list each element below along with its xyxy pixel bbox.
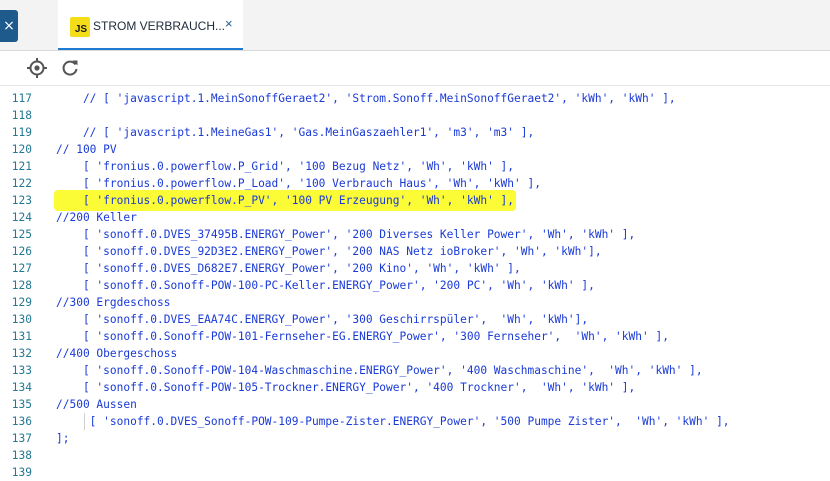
code-text: //500 Aussen bbox=[56, 398, 137, 411]
code-line[interactable]: 137]; bbox=[0, 430, 830, 447]
tab-title: STROM VERBRAUCH... bbox=[93, 19, 226, 33]
code-text: [ 'sonoff.0.Sonoff-POW-101-Fernseher-EG.… bbox=[56, 330, 669, 343]
code-line[interactable]: 123 [ 'fronius.0.powerflow.P_PV', '100 P… bbox=[0, 192, 830, 209]
line-number: 131 bbox=[11, 330, 32, 343]
code-text: [ 'sonoff.0.DVES_37495B.ENERGY_Power', '… bbox=[56, 228, 636, 241]
code-line[interactable]: 120 // 100 PV bbox=[0, 141, 830, 158]
code-text: //400 Obergeschoss bbox=[56, 347, 178, 360]
tab-close-icon[interactable]: × bbox=[225, 16, 233, 31]
code-line[interactable]: 117 // [ 'javascript.1.MeinSonoffGeraet2… bbox=[0, 90, 830, 107]
code-text: ]; bbox=[56, 432, 70, 445]
code-line[interactable]: 129 //300 Ergdeschoss bbox=[0, 294, 830, 311]
line-number: 124 bbox=[11, 211, 32, 224]
line-number: 139 bbox=[11, 466, 32, 479]
code-text: [ 'sonoff.0.DVES_Sonoff-POW-109-Pumpe-Zi… bbox=[56, 415, 730, 428]
code-text: [ 'fronius.0.powerflow.P_Grid', '100 Bez… bbox=[56, 160, 515, 173]
line-number: 120 bbox=[11, 143, 32, 156]
code-line[interactable]: 126 [ 'sonoff.0.DVES_92D3E2.ENERGY_Power… bbox=[0, 243, 830, 260]
line-number: 134 bbox=[11, 381, 32, 394]
editor-toolbar bbox=[0, 51, 830, 86]
code-text: [ 'sonoff.0.DVES_D682E7.ENERGY_Power', '… bbox=[56, 262, 521, 275]
code-line[interactable]: 119 // [ 'javascript.1.MeineGas1', 'Gas.… bbox=[0, 124, 830, 141]
highlighted-code-text: [ 'fronius.0.powerflow.P_PV', '100 PV Er… bbox=[56, 192, 515, 209]
code-line[interactable]: 133 [ 'sonoff.0.Sonoff-POW-104-Waschmasc… bbox=[0, 362, 830, 379]
code-line[interactable]: 130 [ 'sonoff.0.DVES_EAA74C.ENERGY_Power… bbox=[0, 311, 830, 328]
code-editor[interactable]: 117 // [ 'javascript.1.MeinSonoffGeraet2… bbox=[0, 88, 830, 479]
code-line[interactable]: 132 //400 Obergeschoss bbox=[0, 345, 830, 362]
line-number: 125 bbox=[11, 228, 32, 241]
code-text: [ 'sonoff.0.DVES_EAA74C.ENERGY_Power', '… bbox=[56, 313, 589, 326]
line-number: 136 bbox=[11, 415, 32, 428]
code-line[interactable]: 127 [ 'sonoff.0.DVES_D682E7.ENERGY_Power… bbox=[0, 260, 830, 277]
code-line[interactable]: 121 [ 'fronius.0.powerflow.P_Grid', '100… bbox=[0, 158, 830, 175]
line-number: 122 bbox=[11, 177, 32, 190]
line-number: 129 bbox=[11, 296, 32, 309]
code-text: [ 'sonoff.0.Sonoff-POW-100-PC-Keller.ENE… bbox=[56, 279, 595, 292]
code-line[interactable]: 134 [ 'sonoff.0.Sonoff-POW-105-Trockner.… bbox=[0, 379, 830, 396]
line-number: 123 bbox=[11, 194, 32, 207]
line-number: 126 bbox=[11, 245, 32, 258]
code-line[interactable]: 122 [ 'fronius.0.powerflow.P_Load', '100… bbox=[0, 175, 830, 192]
close-icon[interactable]: × bbox=[0, 10, 18, 42]
target-icon[interactable] bbox=[26, 57, 48, 79]
line-number: 118 bbox=[11, 109, 32, 122]
code-text: //300 Ergdeschoss bbox=[56, 296, 171, 309]
code-text: [ 'sonoff.0.Sonoff-POW-104-Waschmaschine… bbox=[56, 364, 703, 377]
tab-strom-verbrauch[interactable]: JS STROM VERBRAUCH... × bbox=[58, 0, 243, 50]
line-number: 117 bbox=[11, 92, 32, 105]
line-number: 138 bbox=[11, 449, 32, 462]
code-text: [ 'sonoff.0.Sonoff-POW-105-Trockner.ENER… bbox=[56, 381, 636, 394]
code-text: [ 'fronius.0.powerflow.P_Load', '100 Ver… bbox=[56, 177, 541, 190]
line-number: 135 bbox=[11, 398, 32, 411]
line-number: 127 bbox=[11, 262, 32, 275]
code-line[interactable]: 125 [ 'sonoff.0.DVES_37495B.ENERGY_Power… bbox=[0, 226, 830, 243]
line-number: 130 bbox=[11, 313, 32, 326]
line-number: 133 bbox=[11, 364, 32, 377]
code-line[interactable]: 124 //200 Keller bbox=[0, 209, 830, 226]
code-text: //200 Keller bbox=[56, 211, 137, 224]
code-text: // [ 'javascript.1.MeinSonoffGeraet2', '… bbox=[56, 92, 676, 105]
line-number: 137 bbox=[11, 432, 32, 445]
code-text: // [ 'javascript.1.MeineGas1', 'Gas.Mein… bbox=[56, 126, 535, 139]
line-number: 121 bbox=[11, 160, 32, 173]
code-line[interactable]: 135 //500 Aussen bbox=[0, 396, 830, 413]
tab-bar: × JS STROM VERBRAUCH... × bbox=[0, 0, 830, 51]
refresh-icon[interactable] bbox=[59, 57, 81, 79]
line-number: 119 bbox=[11, 126, 32, 139]
code-line[interactable]: 139 bbox=[0, 464, 830, 481]
code-line[interactable]: 131 [ 'sonoff.0.Sonoff-POW-101-Fernseher… bbox=[0, 328, 830, 345]
line-number: 128 bbox=[11, 279, 32, 292]
code-text: [ 'sonoff.0.DVES_92D3E2.ENERGY_Power', '… bbox=[56, 245, 602, 258]
line-number: 132 bbox=[11, 347, 32, 360]
code-text: // 100 PV bbox=[56, 143, 117, 156]
javascript-file-icon: JS bbox=[70, 17, 90, 37]
code-line[interactable]: 128 [ 'sonoff.0.Sonoff-POW-100-PC-Keller… bbox=[0, 277, 830, 294]
code-line[interactable]: 138 bbox=[0, 447, 830, 464]
code-line[interactable]: 118 bbox=[0, 107, 830, 124]
code-line[interactable]: 136 [ 'sonoff.0.DVES_Sonoff-POW-109-Pump… bbox=[0, 413, 830, 430]
